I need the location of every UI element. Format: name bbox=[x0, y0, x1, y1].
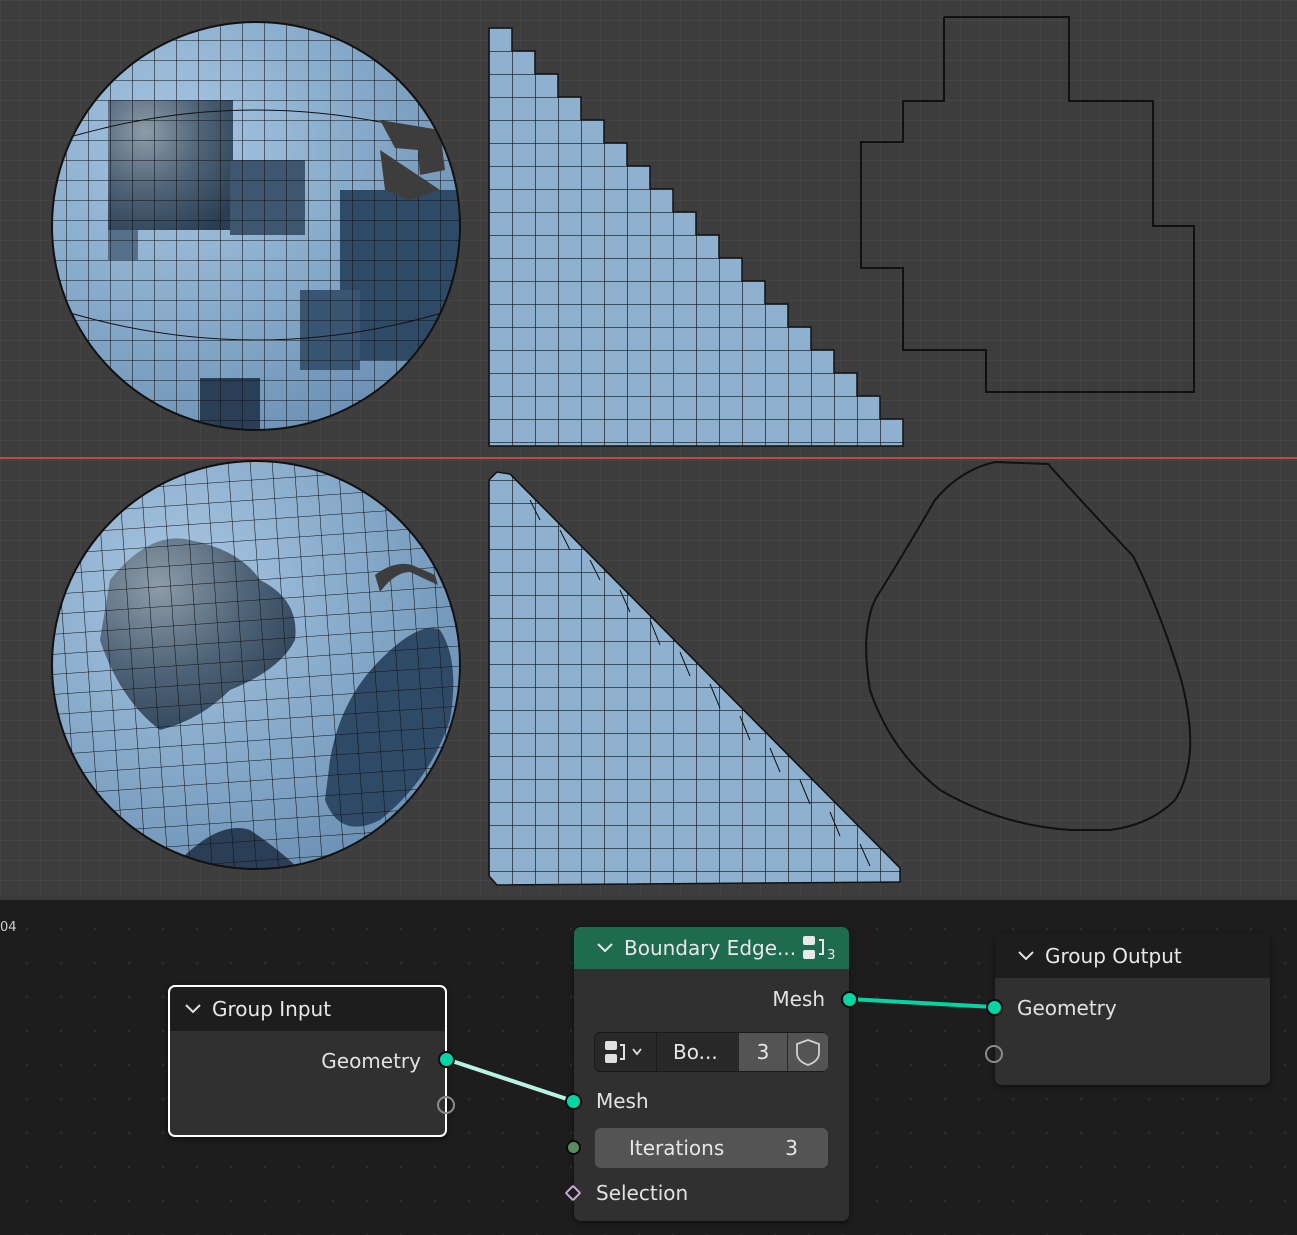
iterations-socket[interactable] bbox=[566, 1140, 581, 1155]
group-input-header[interactable]: Group Input bbox=[170, 987, 445, 1031]
chevron-down-icon[interactable] bbox=[1015, 945, 1037, 967]
node-group-users-badge: 3 bbox=[827, 947, 836, 963]
boundary-edge-node[interactable]: Boundary Edge... 3 Mesh Bo... 3 Mesh Ite… bbox=[574, 927, 849, 1221]
chevron-down-icon[interactable] bbox=[594, 937, 616, 959]
node-group-selector[interactable]: Bo... 3 bbox=[594, 1032, 828, 1072]
iterations-value: 3 bbox=[785, 1136, 798, 1160]
shield-icon bbox=[796, 1039, 820, 1066]
group-input-geometry-label: Geometry bbox=[321, 1049, 421, 1073]
boundary-input-mesh-socket[interactable] bbox=[565, 1093, 582, 1110]
boundary-output-mesh-socket[interactable] bbox=[841, 991, 858, 1008]
node-tree-icon bbox=[605, 1041, 642, 1063]
boundary-edge-header[interactable]: Boundary Edge... 3 bbox=[574, 927, 849, 969]
fake-user-button[interactable] bbox=[788, 1033, 828, 1071]
iterations-label: Iterations bbox=[629, 1136, 725, 1160]
node-group-browse-button[interactable] bbox=[595, 1033, 657, 1071]
node-group-user-count[interactable]: 3 bbox=[739, 1033, 787, 1071]
triangle-top bbox=[488, 27, 904, 447]
selection-label: Selection bbox=[596, 1181, 689, 1205]
group-output-empty-socket[interactable] bbox=[985, 1045, 1003, 1063]
triangle-bottom bbox=[488, 471, 901, 886]
chevron-down-icon[interactable] bbox=[182, 998, 204, 1020]
viewport-3d[interactable] bbox=[0, 0, 1297, 896]
boundary-edge-title: Boundary Edge... bbox=[624, 936, 797, 960]
node-group-name[interactable]: Bo... bbox=[657, 1033, 738, 1071]
group-input-empty-socket[interactable] bbox=[437, 1096, 455, 1114]
outline-bottom bbox=[865, 460, 1192, 831]
group-input-geometry-socket[interactable] bbox=[438, 1051, 455, 1068]
group-output-title: Group Output bbox=[1045, 944, 1182, 968]
group-input-node[interactable]: Group Input Geometry bbox=[168, 985, 447, 1137]
group-output-geometry-label: Geometry bbox=[1017, 996, 1117, 1020]
group-output-geometry-socket[interactable] bbox=[986, 999, 1003, 1016]
group-output-node[interactable]: Group Output Geometry bbox=[995, 934, 1270, 1085]
viewport-canvas bbox=[0, 16, 1297, 886]
boundary-input-mesh-label: Mesh bbox=[596, 1089, 649, 1113]
outline-top bbox=[860, 16, 1195, 393]
boundary-output-mesh-label: Mesh bbox=[772, 987, 825, 1011]
frame-label: 04 bbox=[0, 920, 17, 935]
node-group-icon bbox=[803, 936, 825, 959]
group-output-header[interactable]: Group Output bbox=[995, 934, 1270, 978]
group-input-title: Group Input bbox=[212, 997, 332, 1021]
iterations-field[interactable]: Iterations 3 bbox=[595, 1128, 828, 1168]
